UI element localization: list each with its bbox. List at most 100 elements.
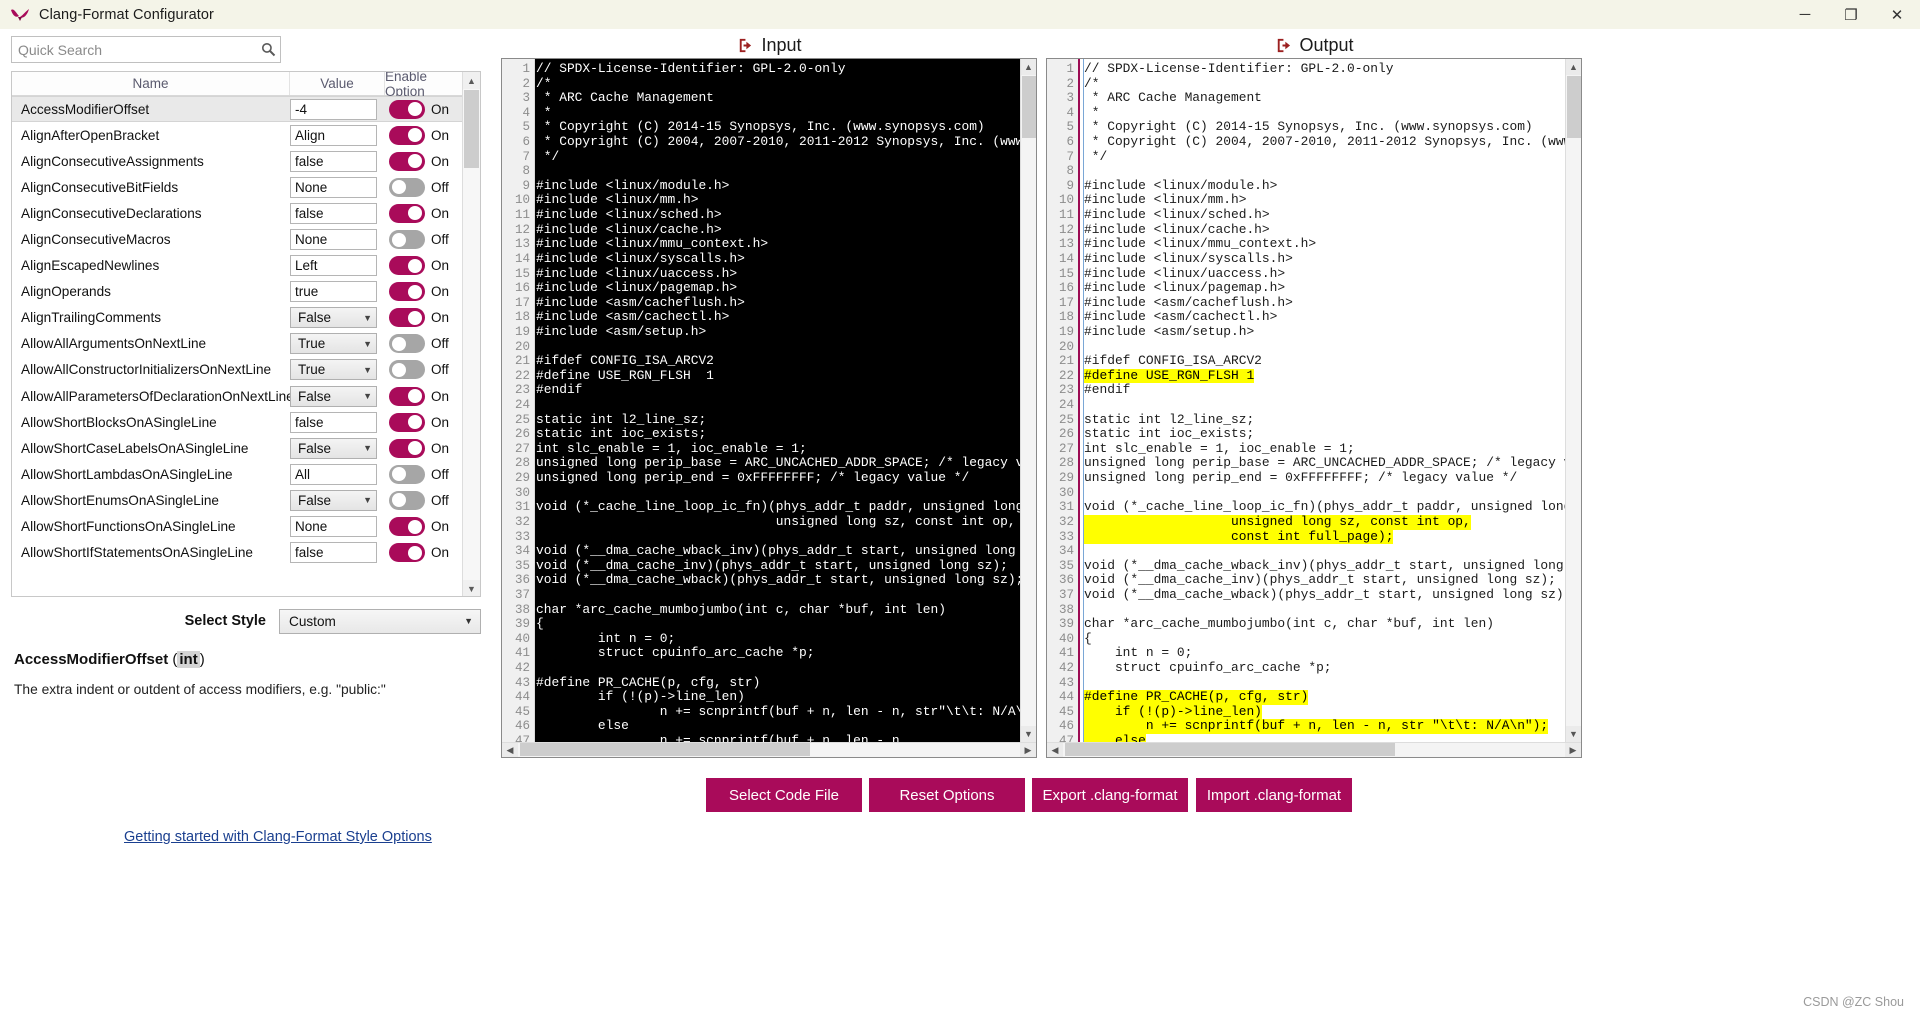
input-scroll-down-icon[interactable]: ▼ [1021,726,1036,742]
table-row[interactable]: AlignConsecutiveBitFields None Off [12,174,464,200]
option-value-dropdown[interactable]: False ▼ [290,489,377,511]
output-code-text[interactable]: // SPDX-License-Identifier: GPL-2.0-only… [1083,59,1565,742]
code-line: void (*__dma_cache_inv)(phys_addr_t star… [1084,572,1556,588]
table-row[interactable]: AlignConsecutiveMacros None Off [12,226,464,252]
option-value-dropdown[interactable]: True ▼ [290,359,377,381]
table-row[interactable]: AccessModifierOffset -4 On [12,96,464,123]
scroll-down-arrow-icon[interactable]: ▼ [463,580,480,596]
output-scroll-up-icon[interactable]: ▲ [1566,59,1581,75]
table-row[interactable]: AlignTrailingComments False ▼ On [12,305,464,331]
option-value-dropdown[interactable]: True ▼ [290,333,377,355]
input-scroll-right-icon[interactable]: ▶ [1020,743,1036,757]
table-row[interactable]: AlignConsecutiveDeclarations false On [12,200,464,226]
table-row[interactable]: AlignEscapedNewlines Left On [12,253,464,279]
input-code-text[interactable]: // SPDX-License-Identifier: GPL-2.0-only… [536,59,1020,742]
close-button[interactable]: ✕ [1874,0,1920,29]
import-clang-format-button[interactable]: Import .clang-format [1196,778,1352,812]
table-row[interactable]: AllowAllConstructorInitializersOnNextLin… [12,357,464,383]
input-scroll-up-icon[interactable]: ▲ [1021,59,1036,75]
output-scroll-left-icon[interactable]: ◀ [1047,743,1063,757]
option-value-input[interactable]: false [290,542,377,564]
getting-started-link[interactable]: Getting started with Clang-Format Style … [124,829,432,845]
output-scroll-right-icon[interactable]: ▶ [1565,743,1581,757]
input-scroll-left-icon[interactable]: ◀ [502,743,518,757]
input-horizontal-scrollbar[interactable]: ◀ ▶ [502,742,1036,757]
option-value-input[interactable]: None [290,176,377,198]
table-row[interactable]: AllowShortLambdasOnASingleLine All Off [12,461,464,487]
output-horizontal-scrollbar[interactable]: ◀ ▶ [1047,742,1581,757]
enable-toggle[interactable] [389,464,425,484]
enable-toggle[interactable] [389,230,425,250]
scroll-up-arrow-icon[interactable]: ▲ [463,72,480,89]
table-row[interactable]: AlignConsecutiveAssignments false On [12,148,464,174]
quick-search[interactable] [11,36,281,63]
option-value-input[interactable]: false [290,202,377,224]
enable-toggle[interactable] [389,203,425,223]
option-value-input[interactable]: Align [290,124,377,146]
options-scrollbar[interactable]: ▲ ▼ [462,72,480,596]
enable-toggle[interactable] [389,386,425,406]
line-number: 24 [1058,398,1074,413]
option-value-input[interactable]: None [290,229,377,251]
output-hscroll-track[interactable] [1063,743,1565,757]
option-value-dropdown[interactable]: False ▼ [290,307,377,329]
input-hscroll-track[interactable] [518,743,1020,757]
enable-toggle[interactable] [389,490,425,510]
column-header-name[interactable]: Name [12,72,290,95]
output-scroll-down-icon[interactable]: ▼ [1566,726,1581,742]
enable-toggle[interactable] [389,125,425,145]
line-number: 45 [1058,704,1074,719]
option-value-input[interactable]: All [290,463,377,485]
table-row[interactable]: AllowAllParametersOfDeclarationOnNextLin… [12,383,464,409]
search-icon[interactable] [256,37,280,62]
enable-toggle[interactable] [389,517,425,537]
maximize-button[interactable]: ❐ [1828,0,1874,29]
enable-toggle[interactable] [389,282,425,302]
option-value-input[interactable]: -4 [290,98,377,120]
enable-toggle[interactable] [389,543,425,563]
table-row[interactable]: AllowShortFunctionsOnASingleLine None On [12,514,464,540]
search-input[interactable] [12,37,256,62]
enable-toggle[interactable] [389,308,425,328]
select-style-dropdown[interactable]: Custom ▼ [279,608,481,634]
enable-toggle[interactable] [389,438,425,458]
table-row[interactable]: AllowShortCaseLabelsOnASingleLine False ▼ O… [12,435,464,461]
enable-toggle[interactable] [389,99,425,119]
table-row[interactable]: AllowAllArgumentsOnNextLine True ▼ Off [12,331,464,357]
enable-toggle[interactable] [389,334,425,354]
option-value-input[interactable]: false [290,150,377,172]
option-value-dropdown[interactable]: False ▼ [290,437,377,459]
option-value-input[interactable]: false [290,411,377,433]
enable-toggle[interactable] [389,360,425,380]
option-value-input[interactable]: Left [290,255,377,277]
output-hscroll-thumb[interactable] [1065,743,1395,756]
column-header-value[interactable]: Value [290,72,385,95]
input-vertical-scrollbar[interactable]: ▲ ▼ [1020,59,1036,742]
enable-toggle[interactable] [389,256,425,276]
minimize-button[interactable]: ─ [1782,0,1828,29]
output-vscroll-thumb[interactable] [1567,76,1581,138]
option-value-dropdown[interactable]: False ▼ [290,385,377,407]
input-code-panel[interactable]: 1 2 3 4 5 6 7 8 9 10 11 12 13 14 15 16 17 18 19 20 21 22 23 24 2… [501,58,1037,758]
input-vscroll-thumb[interactable] [1022,76,1036,138]
option-value-cell: None [290,516,385,538]
output-vertical-scrollbar[interactable]: ▲ ▼ [1565,59,1581,742]
enable-toggle[interactable] [389,412,425,432]
table-row[interactable]: AllowShortBlocksOnASingleLine false On [12,409,464,435]
code-line: #include <linux/cache.h> [536,221,722,237]
option-value-input[interactable]: true [290,281,377,303]
input-hscroll-thumb[interactable] [520,743,810,756]
enable-toggle[interactable] [389,151,425,171]
select-code-file-button[interactable]: Select Code File [706,778,862,812]
option-value-input[interactable]: None [290,516,377,538]
reset-options-button[interactable]: Reset Options [869,778,1025,812]
table-row[interactable]: AlignAfterOpenBracket Align On [12,122,464,148]
table-row[interactable]: AlignOperands true On [12,279,464,305]
output-code-panel[interactable]: 1 2 3 4 5 6 7 8 9 10 11 12 13 14 15 16 17 18 19 20 21 22 23 24 2… [1046,58,1582,758]
enable-toggle[interactable] [389,177,425,197]
options-scrollbar-thumb[interactable] [464,90,479,168]
table-row[interactable]: AllowShortIfStatementsOnASingleLine false… [12,540,464,566]
export-clang-format-button[interactable]: Export .clang-format [1032,778,1188,812]
column-header-enable[interactable]: Enable Option [385,72,463,99]
table-row[interactable]: AllowShortEnumsOnASingleLine False ▼ Off [12,487,464,513]
